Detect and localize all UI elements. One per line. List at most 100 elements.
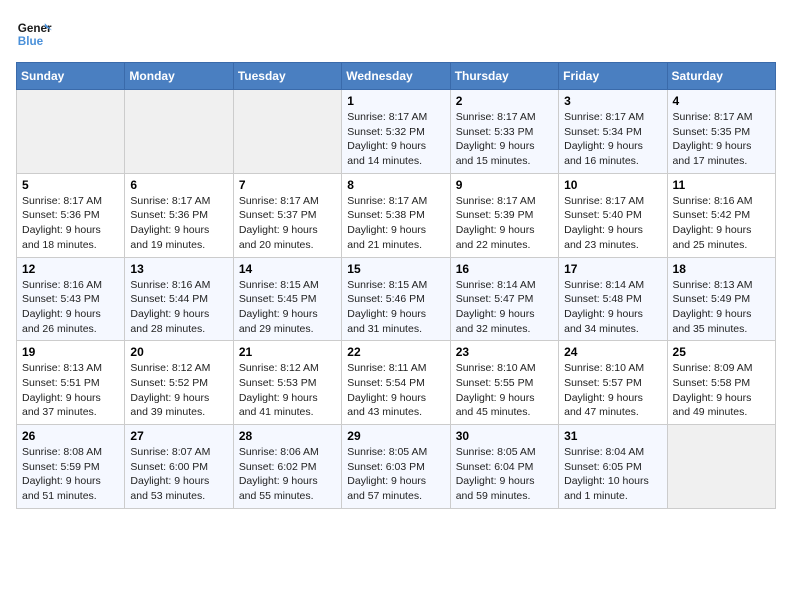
calendar-day-23: 23 Sunrise: 8:10 AMSunset: 5:55 PMDayligh…	[450, 341, 558, 425]
day-number: 10	[564, 178, 661, 192]
calendar-day-10: 10 Sunrise: 8:17 AMSunset: 5:40 PMDayligh…	[559, 173, 667, 257]
calendar-day-3: 3 Sunrise: 8:17 AMSunset: 5:34 PMDaylight…	[559, 90, 667, 174]
day-info: Sunrise: 8:10 AMSunset: 5:55 PMDaylight:…	[456, 361, 553, 420]
day-number: 11	[673, 178, 770, 192]
calendar-day-26: 26 Sunrise: 8:08 AMSunset: 5:59 PMDayligh…	[17, 425, 125, 509]
day-info: Sunrise: 8:17 AMSunset: 5:36 PMDaylight:…	[22, 194, 119, 253]
day-info: Sunrise: 8:14 AMSunset: 5:47 PMDaylight:…	[456, 278, 553, 337]
page-header: General Blue	[16, 16, 776, 52]
day-number: 8	[347, 178, 444, 192]
day-number: 3	[564, 94, 661, 108]
day-info: Sunrise: 8:16 AMSunset: 5:42 PMDaylight:…	[673, 194, 770, 253]
svg-text:Blue: Blue	[18, 35, 44, 48]
weekday-header-thursday: Thursday	[450, 63, 558, 90]
day-info: Sunrise: 8:13 AMSunset: 5:49 PMDaylight:…	[673, 278, 770, 337]
calendar-day-16: 16 Sunrise: 8:14 AMSunset: 5:47 PMDayligh…	[450, 257, 558, 341]
day-info: Sunrise: 8:05 AMSunset: 6:04 PMDaylight:…	[456, 445, 553, 504]
calendar-day-30: 30Sunrise: 8:05 AMSunset: 6:04 PMDayligh…	[450, 425, 558, 509]
calendar-day-5: 5 Sunrise: 8:17 AMSunset: 5:36 PMDaylight…	[17, 173, 125, 257]
empty-day	[17, 90, 125, 174]
svg-text:General: General	[18, 22, 52, 35]
day-number: 16	[456, 262, 553, 276]
day-number: 25	[673, 345, 770, 359]
weekday-header-friday: Friday	[559, 63, 667, 90]
empty-day	[233, 90, 341, 174]
day-info: Sunrise: 8:04 AMSunset: 6:05 PMDaylight:…	[564, 445, 661, 504]
calendar-day-12: 12 Sunrise: 8:16 AMSunset: 5:43 PMDayligh…	[17, 257, 125, 341]
day-info: Sunrise: 8:08 AMSunset: 5:59 PMDaylight:…	[22, 445, 119, 504]
weekday-header-wednesday: Wednesday	[342, 63, 450, 90]
day-info: Sunrise: 8:17 AMSunset: 5:40 PMDaylight:…	[564, 194, 661, 253]
day-number: 2	[456, 94, 553, 108]
calendar-day-29: 29 Sunrise: 8:05 AMSunset: 6:03 PMDayligh…	[342, 425, 450, 509]
day-number: 26	[22, 429, 119, 443]
day-info: Sunrise: 8:10 AMSunset: 5:57 PMDaylight:…	[564, 361, 661, 420]
day-number: 19	[22, 345, 119, 359]
day-number: 22	[347, 345, 444, 359]
calendar-day-21: 21 Sunrise: 8:12 AMSunset: 5:53 PMDayligh…	[233, 341, 341, 425]
day-number: 6	[130, 178, 227, 192]
day-info: Sunrise: 8:17 AMSunset: 5:35 PMDaylight:…	[673, 110, 770, 169]
calendar-header: SundayMondayTuesdayWednesdayThursdayFrid…	[17, 63, 776, 90]
day-info: Sunrise: 8:14 AMSunset: 5:48 PMDaylight:…	[564, 278, 661, 337]
day-info: Sunrise: 8:11 AMSunset: 5:54 PMDaylight:…	[347, 361, 444, 420]
calendar-day-7: 7 Sunrise: 8:17 AMSunset: 5:37 PMDaylight…	[233, 173, 341, 257]
day-number: 17	[564, 262, 661, 276]
calendar-week-1: 1Sunrise: 8:17 AMSunset: 5:32 PMDaylight…	[17, 90, 776, 174]
day-number: 21	[239, 345, 336, 359]
day-info: Sunrise: 8:12 AMSunset: 5:52 PMDaylight:…	[130, 361, 227, 420]
logo-icon: General Blue	[16, 16, 52, 52]
day-info: Sunrise: 8:16 AMSunset: 5:43 PMDaylight:…	[22, 278, 119, 337]
day-info: Sunrise: 8:17 AMSunset: 5:36 PMDaylight:…	[130, 194, 227, 253]
calendar-day-27: 27Sunrise: 8:07 AMSunset: 6:00 PMDayligh…	[125, 425, 233, 509]
calendar-day-4: 4 Sunrise: 8:17 AMSunset: 5:35 PMDaylight…	[667, 90, 775, 174]
weekday-header-sunday: Sunday	[17, 63, 125, 90]
calendar-day-1: 1Sunrise: 8:17 AMSunset: 5:32 PMDaylight…	[342, 90, 450, 174]
calendar-day-2: 2 Sunrise: 8:17 AMSunset: 5:33 PMDaylight…	[450, 90, 558, 174]
weekday-header-saturday: Saturday	[667, 63, 775, 90]
day-number: 20	[130, 345, 227, 359]
calendar-week-2: 5 Sunrise: 8:17 AMSunset: 5:36 PMDaylight…	[17, 173, 776, 257]
day-info: Sunrise: 8:17 AMSunset: 5:33 PMDaylight:…	[456, 110, 553, 169]
calendar-week-4: 19Sunrise: 8:13 AMSunset: 5:51 PMDayligh…	[17, 341, 776, 425]
day-number: 28	[239, 429, 336, 443]
calendar-day-19: 19Sunrise: 8:13 AMSunset: 5:51 PMDayligh…	[17, 341, 125, 425]
calendar-day-9: 9Sunrise: 8:17 AMSunset: 5:39 PMDaylight…	[450, 173, 558, 257]
day-info: Sunrise: 8:06 AMSunset: 6:02 PMDaylight:…	[239, 445, 336, 504]
weekday-row: SundayMondayTuesdayWednesdayThursdayFrid…	[17, 63, 776, 90]
calendar-day-11: 11 Sunrise: 8:16 AMSunset: 5:42 PMDayligh…	[667, 173, 775, 257]
calendar-day-17: 17 Sunrise: 8:14 AMSunset: 5:48 PMDayligh…	[559, 257, 667, 341]
day-number: 13	[130, 262, 227, 276]
calendar-day-13: 13 Sunrise: 8:16 AMSunset: 5:44 PMDayligh…	[125, 257, 233, 341]
logo: General Blue	[16, 16, 52, 52]
calendar-day-20: 20 Sunrise: 8:12 AMSunset: 5:52 PMDayligh…	[125, 341, 233, 425]
day-info: Sunrise: 8:07 AMSunset: 6:00 PMDaylight:…	[130, 445, 227, 504]
calendar-day-8: 8Sunrise: 8:17 AMSunset: 5:38 PMDaylight…	[342, 173, 450, 257]
weekday-header-monday: Monday	[125, 63, 233, 90]
day-info: Sunrise: 8:05 AMSunset: 6:03 PMDaylight:…	[347, 445, 444, 504]
day-number: 12	[22, 262, 119, 276]
calendar-day-28: 28 Sunrise: 8:06 AMSunset: 6:02 PMDayligh…	[233, 425, 341, 509]
day-info: Sunrise: 8:17 AMSunset: 5:37 PMDaylight:…	[239, 194, 336, 253]
day-number: 5	[22, 178, 119, 192]
day-number: 18	[673, 262, 770, 276]
empty-day	[667, 425, 775, 509]
calendar-table: SundayMondayTuesdayWednesdayThursdayFrid…	[16, 62, 776, 509]
day-number: 4	[673, 94, 770, 108]
day-info: Sunrise: 8:17 AMSunset: 5:34 PMDaylight:…	[564, 110, 661, 169]
day-number: 1	[347, 94, 444, 108]
calendar-day-6: 6 Sunrise: 8:17 AMSunset: 5:36 PMDaylight…	[125, 173, 233, 257]
calendar-day-14: 14Sunrise: 8:15 AMSunset: 5:45 PMDayligh…	[233, 257, 341, 341]
calendar-day-22: 22 Sunrise: 8:11 AMSunset: 5:54 PMDayligh…	[342, 341, 450, 425]
day-info: Sunrise: 8:12 AMSunset: 5:53 PMDaylight:…	[239, 361, 336, 420]
day-info: Sunrise: 8:15 AMSunset: 5:46 PMDaylight:…	[347, 278, 444, 337]
calendar-day-25: 25Sunrise: 8:09 AMSunset: 5:58 PMDayligh…	[667, 341, 775, 425]
day-number: 29	[347, 429, 444, 443]
day-info: Sunrise: 8:16 AMSunset: 5:44 PMDaylight:…	[130, 278, 227, 337]
day-number: 15	[347, 262, 444, 276]
calendar-day-18: 18 Sunrise: 8:13 AMSunset: 5:49 PMDayligh…	[667, 257, 775, 341]
day-number: 23	[456, 345, 553, 359]
day-number: 7	[239, 178, 336, 192]
weekday-header-tuesday: Tuesday	[233, 63, 341, 90]
day-number: 31	[564, 429, 661, 443]
